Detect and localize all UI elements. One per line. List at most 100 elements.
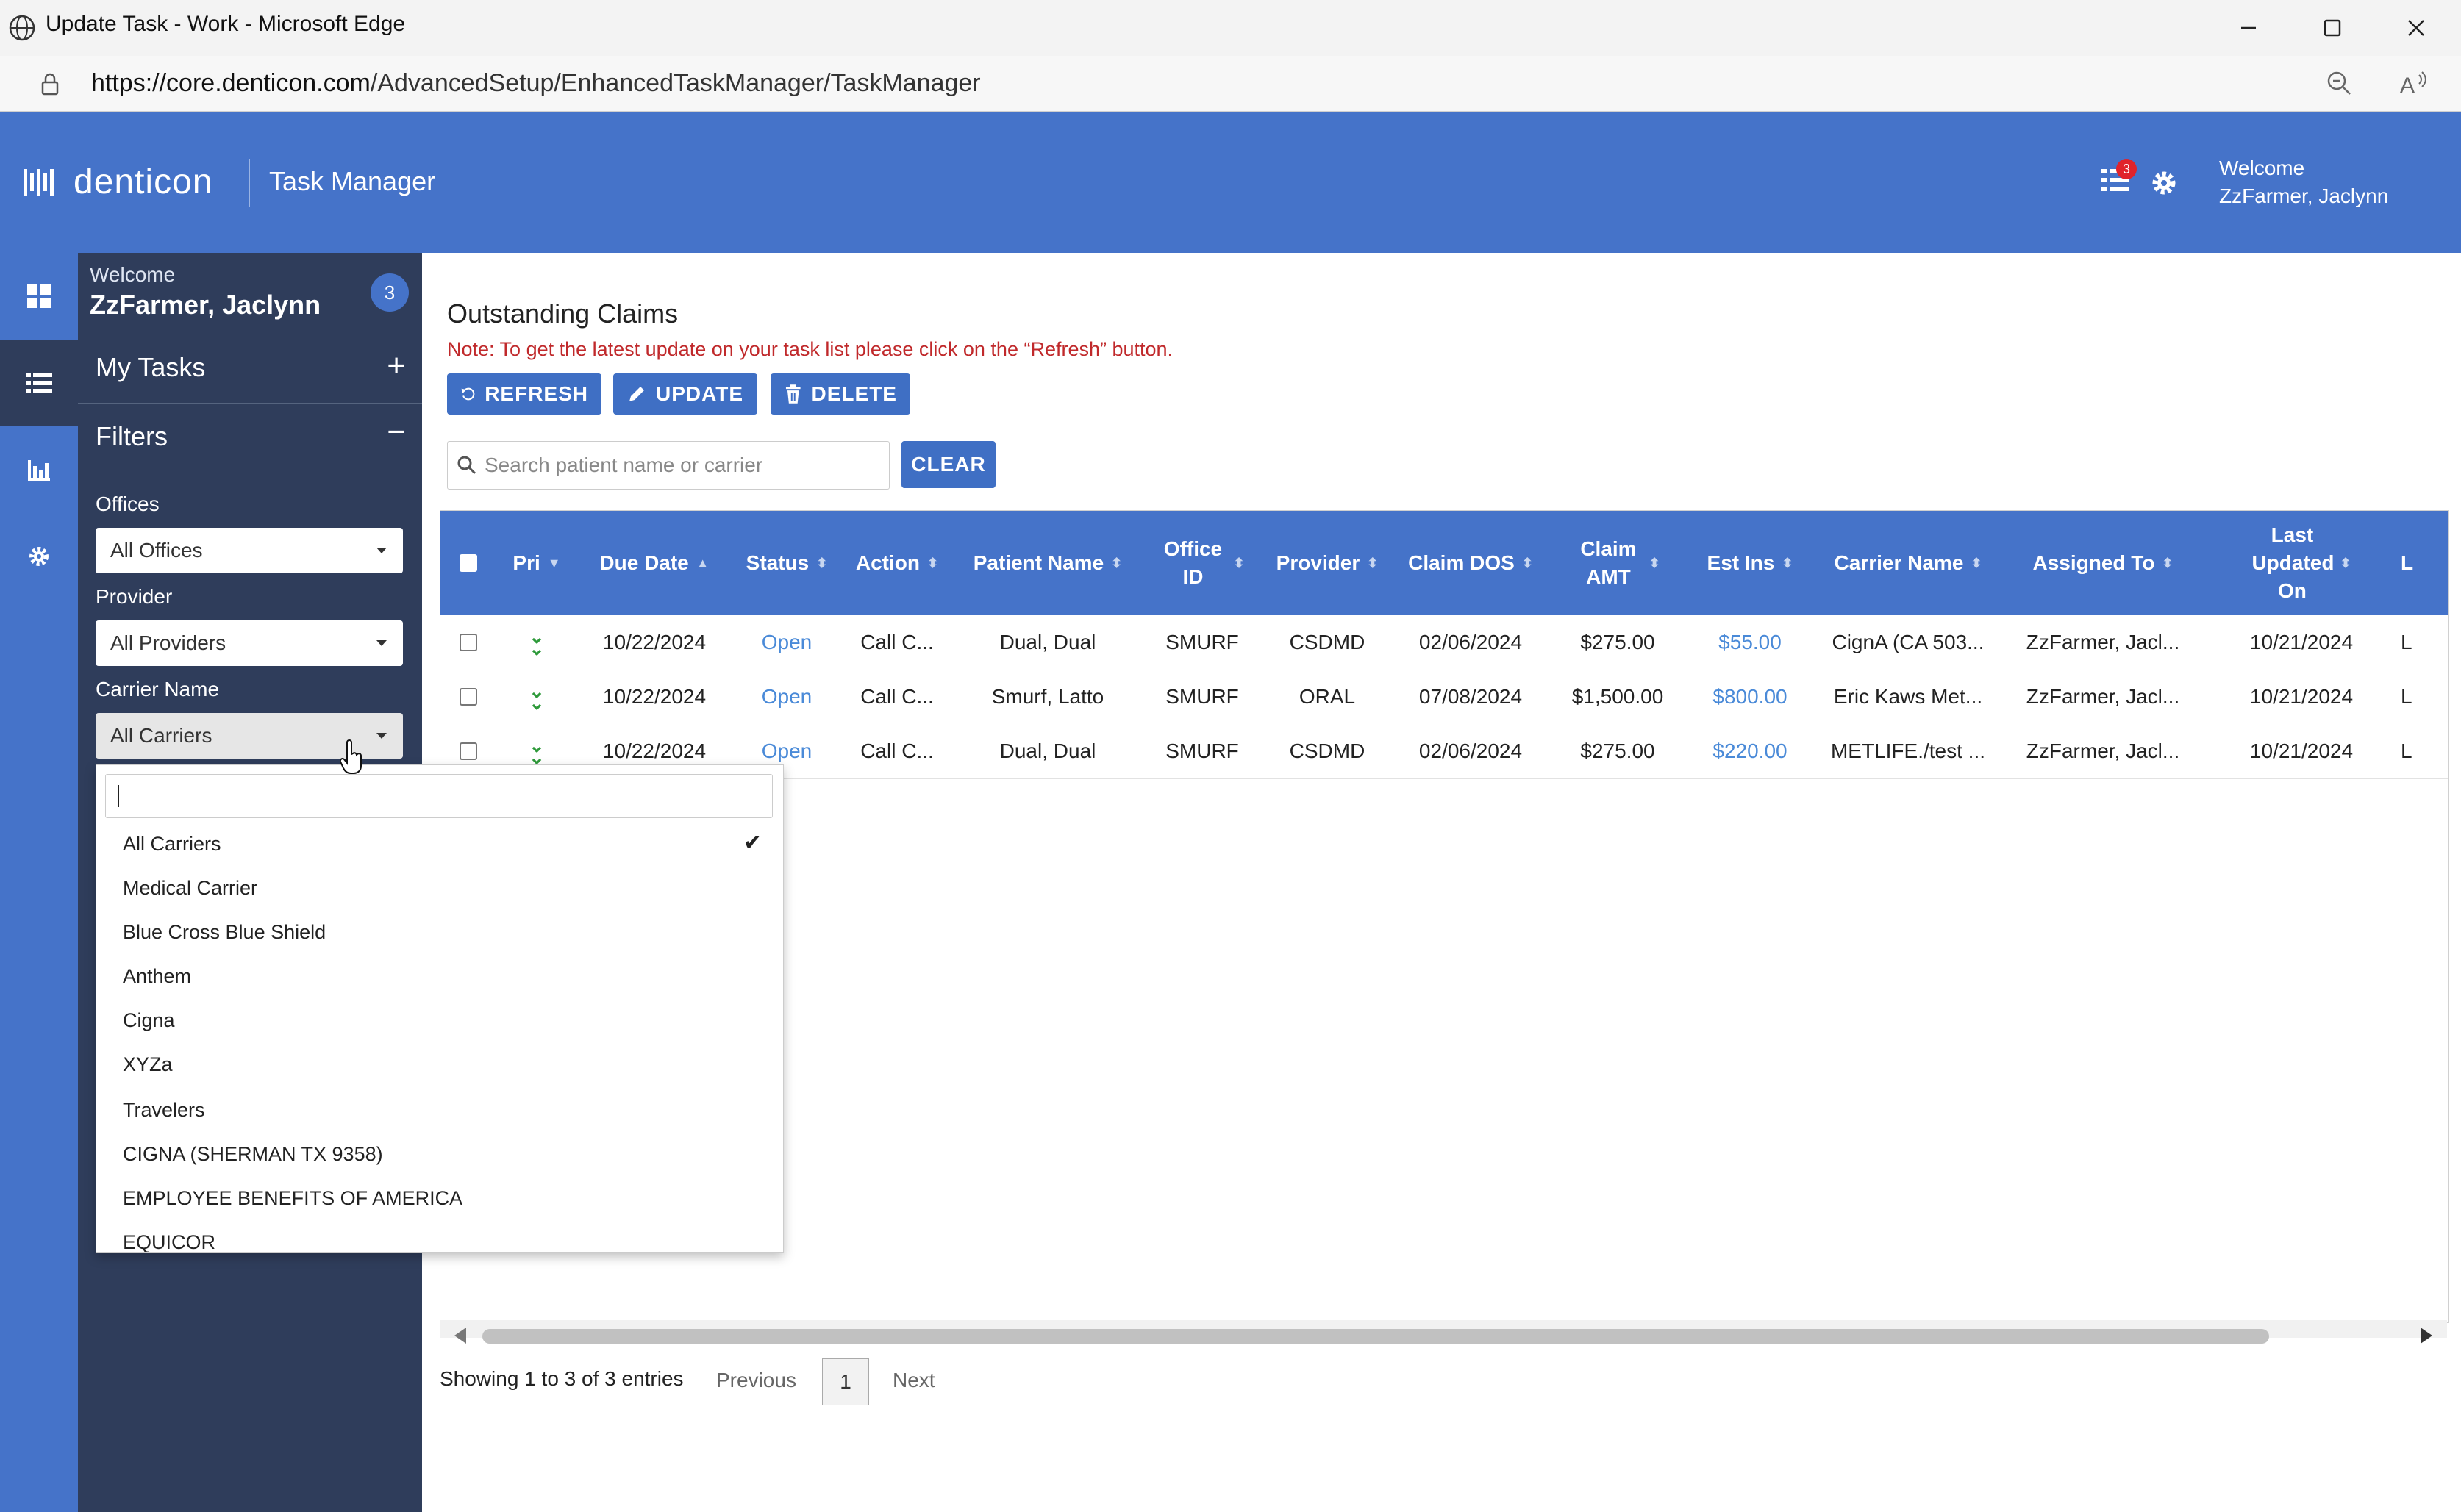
gear-icon[interactable]	[2149, 168, 2179, 198]
search-icon	[457, 456, 476, 475]
dropdown-search-input[interactable]	[105, 774, 773, 818]
window-title-bar: Update Task - Work - Microsoft Edge	[0, 0, 2461, 57]
dropdown-option[interactable]: Anthem	[123, 965, 191, 988]
scroll-left-arrow-icon[interactable]	[454, 1328, 466, 1344]
claim-dos-cell: 02/06/2024	[1418, 631, 1523, 653]
assigned-to-cell: ZzFarmer, Jacl...	[2026, 739, 2180, 762]
col-header-office-id[interactable]: Office ID ⬍	[1143, 511, 1261, 615]
col-header-last-updated[interactable]: Last Updated On ⬍	[2202, 511, 2401, 615]
carrier-name-label: Carrier Name	[96, 678, 220, 701]
table-row[interactable]: ⌄ ⌄ 10/22/2024 Open Call C... Dual, Dual …	[440, 615, 2448, 670]
col-header-status[interactable]: Status ⬍	[732, 511, 842, 615]
provider-select[interactable]: All Providers	[96, 620, 403, 666]
dropdown-option[interactable]: All Carriers	[123, 833, 221, 856]
dropdown-option[interactable]: EMPLOYEE BENEFITS OF AMERICA	[123, 1187, 462, 1210]
brand-logo[interactable]: denticon	[74, 162, 212, 202]
search-box[interactable]	[447, 441, 890, 490]
l-cell: L	[2401, 631, 2412, 653]
previous-page-button[interactable]: Previous	[716, 1369, 796, 1392]
logo-divider	[249, 159, 250, 207]
scroll-right-arrow-icon[interactable]	[2421, 1328, 2432, 1344]
select-all-checkbox[interactable]	[460, 554, 477, 572]
col-header-assigned-to[interactable]: Assigned To ⬍	[2004, 511, 2202, 615]
read-aloud-icon[interactable]: A	[2397, 68, 2432, 100]
rail-tasks[interactable]	[0, 340, 78, 426]
minimize-icon[interactable]	[2226, 12, 2271, 44]
col-header-est-ins[interactable]: Est Ins ⬍	[1687, 511, 1812, 615]
col-header-claim-dos[interactable]: Claim DOS ⬍	[1393, 511, 1548, 615]
plus-icon[interactable]: +	[387, 348, 406, 384]
due-date-cell: 10/22/2024	[602, 685, 707, 708]
dropdown-option[interactable]: EQUICOR	[123, 1231, 215, 1252]
rail-settings[interactable]	[0, 513, 78, 600]
sort-icon: ⬍	[927, 556, 939, 570]
row-checkbox[interactable]	[460, 742, 477, 760]
row-checkbox[interactable]	[460, 688, 477, 706]
dropdown-option[interactable]: CIGNA (SHERMAN TX 9358)	[123, 1143, 383, 1166]
filters-row[interactable]: Filters −	[78, 403, 422, 471]
status-link[interactable]: Open	[732, 670, 842, 724]
hand-cursor-icon	[340, 739, 362, 774]
dropdown-option[interactable]: Medical Carrier	[123, 877, 257, 900]
maximize-icon[interactable]	[2310, 12, 2354, 44]
page-number-button[interactable]: 1	[822, 1358, 869, 1405]
zoom-out-icon[interactable]	[2324, 68, 2356, 100]
my-tasks-row[interactable]: My Tasks +	[78, 334, 422, 402]
table-row[interactable]: ⌄ ⌄ 10/22/2024 Open Call C... Smurf, Latt…	[440, 670, 2448, 725]
priority-low-icon: ⌄ ⌄	[529, 734, 545, 768]
assigned-to-cell: ZzFarmer, Jacl...	[2026, 685, 2180, 708]
col-header-due-date[interactable]: Due Date ▲	[577, 511, 732, 615]
claim-dos-cell: 07/08/2024	[1418, 685, 1523, 708]
last-updated-cell: 10/21/2024	[2249, 685, 2354, 708]
filters-label: Filters	[96, 421, 168, 451]
clear-button[interactable]: CLEAR	[901, 441, 996, 488]
delete-button[interactable]: DELETE	[771, 373, 910, 415]
col-header-patient-name[interactable]: Patient Name ⬍	[952, 511, 1143, 615]
next-page-button[interactable]: Next	[893, 1369, 935, 1392]
claim-amt-cell: $1,500.00	[1571, 685, 1664, 708]
address-bar[interactable]: https://core.denticon.com/AdvancedSetup/…	[0, 56, 2461, 112]
claim-amt-cell: $275.00	[1580, 631, 1655, 653]
offices-label: Offices	[96, 492, 160, 515]
app-header: denticon Task Manager 3 Welcome ZzFarmer…	[0, 112, 2461, 253]
checkmark-icon: ✔	[743, 831, 762, 855]
col-header-claim-amt[interactable]: Claim AMT ⬍	[1548, 511, 1687, 615]
search-input[interactable]	[483, 448, 883, 483]
offices-select[interactable]: All Offices	[96, 528, 403, 573]
app-title: Task Manager	[269, 166, 436, 196]
dropdown-option[interactable]: Blue Cross Blue Shield	[123, 921, 326, 944]
sidebar-welcome: Welcome	[90, 263, 176, 286]
dropdown-option[interactable]: Cigna	[123, 1009, 175, 1032]
est-ins-link[interactable]: $55.00	[1687, 615, 1812, 670]
col-header-l[interactable]: L	[2401, 511, 2448, 615]
caret-down-icon	[376, 640, 387, 646]
refresh-button[interactable]: REFRESH	[447, 373, 601, 415]
est-ins-link[interactable]: $800.00	[1687, 670, 1812, 724]
update-button[interactable]: UPDATE	[613, 373, 757, 415]
denticon-logo-icon	[24, 169, 54, 196]
carrier-name-cell: Eric Kaws Met...	[1833, 685, 1983, 708]
url-text[interactable]: https://core.denticon.com/AdvancedSetup/…	[91, 69, 981, 98]
est-ins-link[interactable]: $220.00	[1687, 724, 1812, 778]
rail-dashboard[interactable]	[0, 253, 78, 340]
lock-icon	[41, 73, 59, 96]
sort-icon: ⬍	[1367, 556, 1379, 570]
col-header-provider[interactable]: Provider ⬍	[1261, 511, 1393, 615]
sort-icon: ⬍	[816, 556, 828, 570]
col-header-carrier-name[interactable]: Carrier Name ⬍	[1812, 511, 2004, 615]
dropdown-option[interactable]: Travelers	[123, 1099, 205, 1122]
col-header-action[interactable]: Action ⬍	[842, 511, 952, 615]
minus-icon[interactable]: −	[387, 414, 406, 451]
task-list-notification[interactable]: 3	[2100, 159, 2137, 197]
header-welcome[interactable]: Welcome ZzFarmer, Jaclynn	[2219, 154, 2388, 210]
dropdown-option[interactable]: XYZa	[123, 1053, 173, 1076]
row-checkbox[interactable]	[460, 634, 477, 651]
close-icon[interactable]	[2394, 12, 2438, 44]
status-link[interactable]: Open	[732, 615, 842, 670]
provider-cell: CSDMD	[1289, 631, 1365, 653]
col-header-pri[interactable]: Pri ▼	[496, 511, 577, 615]
trash-icon	[785, 384, 801, 404]
scrollbar-thumb[interactable]	[482, 1329, 2269, 1344]
last-updated-cell: 10/21/2024	[2249, 631, 2354, 653]
rail-reports[interactable]	[0, 426, 78, 513]
